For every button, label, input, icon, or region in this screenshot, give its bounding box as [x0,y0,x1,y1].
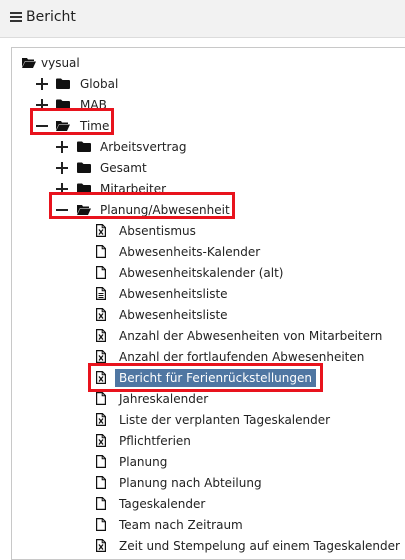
excel-report-icon [96,308,106,321]
tree-item-label: Gesamt [100,161,147,175]
report-item[interactable]: Zeit und Stempelung auf einem Tageskalen… [119,536,400,556]
text-report-icon [96,287,106,300]
folder-icon [56,78,70,89]
tree-item-label: Anzahl der fortlaufenden Abwesenheiten [119,350,365,364]
tree-item-label: Global [80,77,119,91]
tree-node-planung-abwesenheit[interactable]: Planung/Abwesenheit [100,200,230,220]
excel-report-icon [96,329,106,342]
folder-open-icon [22,57,36,68]
folder-icon [56,99,70,110]
excel-report-icon [96,539,106,552]
tree-item-label: Time [80,119,110,133]
tree-node-time[interactable]: Time [80,116,109,136]
document-icon [96,392,106,405]
report-item[interactable]: Anzahl der Abwesenheiten von Mitarbeiter… [119,326,382,346]
tree-item-label: Bericht für Ferienrückstellungen [115,369,316,387]
report-item[interactable]: Liste der verplanten Tageskalender [119,410,330,430]
tree-item-label: Abwesenheitsliste [119,308,228,322]
tree-item-label: Arbeitsvertrag [100,140,187,154]
tree-item-label: Liste der verplanten Tageskalender [119,413,331,427]
tree-item-label: Tageskalender [119,497,206,511]
document-icon [96,497,106,510]
report-item[interactable]: Abwesenheitsliste [119,284,228,304]
expand-icon[interactable] [56,183,68,195]
panel-header: Bericht [0,0,405,38]
report-item[interactable]: Bericht für Ferienrückstellungen [115,368,316,388]
panel-title: Bericht [26,9,76,25]
tree-item-label: Mitarbeiter [100,182,167,196]
expand-icon[interactable] [36,99,48,111]
collapse-icon[interactable] [36,120,48,132]
tree-item-label: Anzahl der Abwesenheiten von Mitarbeiter… [119,329,383,343]
tree-item-label: vysual [41,56,80,70]
hamburger-menu-icon[interactable] [10,12,22,23]
excel-report-icon [96,371,106,384]
report-item[interactable]: Anzahl der fortlaufenden Abwesenheiten [119,347,364,367]
tree-item-label: Planung nach Abteilung [119,476,262,490]
tree-item-label: MAB [80,98,107,112]
excel-report-icon [96,413,106,426]
tree-node-global[interactable]: Global [80,74,118,94]
report-item[interactable]: Tageskalender [119,494,205,514]
report-item[interactable]: Team nach Zeitraum [119,515,243,535]
document-icon [96,476,106,489]
folder-open-icon [77,204,91,215]
folder-icon [77,183,91,194]
tree-node-mab[interactable]: MAB [80,95,107,115]
tree-item-label: Abwesenheits-Kalender [119,245,261,259]
collapse-icon[interactable] [56,204,68,216]
report-item[interactable]: Abwesenheitsliste [119,305,228,325]
report-item[interactable]: Planung [119,452,167,472]
tree-item-label: Abwesenheitskalender (alt) [119,266,284,280]
report-item[interactable]: Absentismus [119,221,196,241]
report-item[interactable]: Abwesenheits-Kalender [119,242,260,262]
document-icon [96,266,106,279]
tree-item-label: Jahreskalender [119,392,209,406]
folder-open-icon [56,120,70,131]
folder-icon [77,141,91,152]
folder-icon [77,162,91,173]
expand-icon[interactable] [36,78,48,90]
excel-report-icon [96,224,106,237]
excel-report-icon [96,350,106,363]
report-item[interactable]: Abwesenheitskalender (alt) [119,263,283,283]
report-item[interactable]: Planung nach Abteilung [119,473,262,493]
tree-item-label: Planung/Abwesenheit [100,203,230,217]
expand-icon[interactable] [56,141,68,153]
tree-node-arbeitsvertrag[interactable]: Arbeitsvertrag [100,137,186,157]
tree-item-label: Pflichtferien [119,434,191,448]
document-icon [96,518,106,531]
tree-item-label: Planung [119,455,168,469]
tree-item-label: Zeit und Stempelung auf einem Tageskalen… [119,539,400,553]
report-item[interactable]: Pflichtferien [119,431,191,451]
tree-item-label: Absentismus [119,224,196,238]
tree-item-label: Team nach Zeitraum [119,518,243,532]
tree-node-mitarbeiter[interactable]: Mitarbeiter [100,179,166,199]
tree-node-root[interactable]: vysual [41,53,80,73]
report-item[interactable]: Jahreskalender [119,389,208,409]
tree-item-label: Abwesenheitsliste [119,287,228,301]
document-icon [96,245,106,258]
expand-icon[interactable] [56,162,68,174]
document-icon [96,455,106,468]
excel-report-icon [96,434,106,447]
tree-node-gesamt[interactable]: Gesamt [100,158,147,178]
